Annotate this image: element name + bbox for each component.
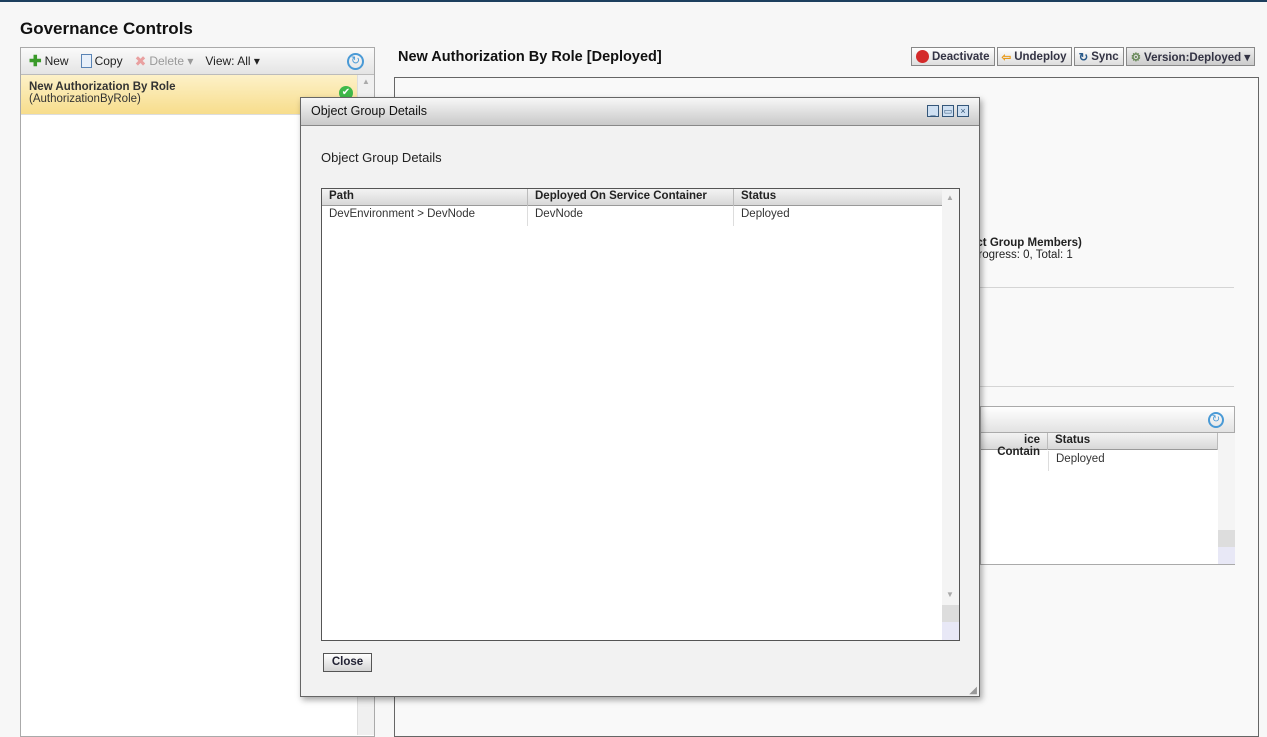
copy-button[interactable]: Copy [80, 54, 123, 68]
undeploy-button[interactable]: ⇦ Undeploy [996, 47, 1072, 66]
delete-button[interactable]: ✖ Delete ▾ [135, 53, 194, 70]
dialog-title-bar[interactable]: Object Group Details _ ▭ × [301, 98, 979, 126]
action-toolbar: Deactivate ⇦ Undeploy ↻ Sync ⚙ Version:Depl… [911, 47, 1256, 66]
copy-icon [80, 54, 92, 68]
cell-container: DevNode [528, 206, 734, 226]
column-header[interactable]: ice Contain [981, 433, 1048, 458]
close-button[interactable]: Close [323, 653, 372, 672]
scrollbar[interactable] [1218, 433, 1235, 564]
resize-handle-icon[interactable]: ◢ [969, 685, 977, 696]
left-toolbar: ✚ New Copy ✖ Delete ▾ View: All ▾ ↻ [21, 48, 374, 75]
plus-icon: ✚ [29, 53, 42, 70]
deactivate-button[interactable]: Deactivate [911, 47, 995, 66]
object-group-details-dialog: Object Group Details _ ▭ × Object Group … [300, 97, 980, 697]
scroll-up-icon[interactable]: ▲ [946, 193, 954, 202]
scroll-down-icon[interactable]: ▼ [946, 590, 954, 599]
minimize-icon[interactable]: _ [927, 105, 939, 117]
progress-text: progress: 0, Total: 1 [972, 249, 1073, 261]
column-header-status[interactable]: Status [734, 189, 942, 206]
gear-icon: ⚙ [1130, 51, 1142, 64]
page-title: Governance Controls [20, 19, 193, 38]
sync-button[interactable]: ↻ Sync [1073, 47, 1124, 66]
cell-path: DevEnvironment > DevNode [322, 206, 528, 226]
refresh-icon[interactable]: ↻ [347, 53, 364, 70]
column-header-path[interactable]: Path [322, 189, 528, 206]
divider [980, 386, 1234, 387]
maximize-icon[interactable]: ▭ [942, 105, 954, 117]
column-header[interactable]: Status [1048, 433, 1218, 450]
members-label: ect Group Members) [970, 237, 1082, 249]
view-dropdown[interactable]: View: All ▾ [205, 54, 260, 68]
members-grid: ↻ ice Contain Status Deployed [980, 406, 1235, 565]
detail-title: New Authorization By Role [Deployed] [398, 49, 662, 65]
sync-icon: ↻ [1078, 51, 1089, 64]
cell-status: Deployed [741, 208, 790, 220]
grid-toolbar: ↻ [981, 407, 1234, 433]
scroll-up-icon[interactable]: ▲ [362, 77, 370, 86]
top-bar [0, 0, 1267, 2]
version-dropdown[interactable]: ⚙ Version:Deployed ▾ [1125, 47, 1256, 66]
scrollbar[interactable]: ▲ ▼ [942, 189, 959, 640]
grid-header: ice Contain Status [981, 433, 1218, 458]
no-entry-icon [916, 50, 929, 63]
grid-header: Path Deployed On Service Container Statu… [322, 189, 942, 206]
refresh-icon[interactable]: ↻ [1208, 412, 1224, 428]
details-grid: Path Deployed On Service Container Statu… [321, 188, 960, 641]
column-header-container[interactable]: Deployed On Service Container [528, 189, 734, 206]
close-icon[interactable]: × [957, 105, 969, 117]
dialog-heading: Object Group Details [321, 150, 442, 165]
grid-cell: Deployed [1048, 451, 1112, 471]
new-button[interactable]: ✚ New [29, 52, 69, 70]
delete-icon: ✖ [134, 52, 147, 69]
undeploy-icon: ⇦ [1001, 51, 1012, 64]
dialog-title: Object Group Details [311, 104, 428, 118]
divider [980, 287, 1234, 288]
